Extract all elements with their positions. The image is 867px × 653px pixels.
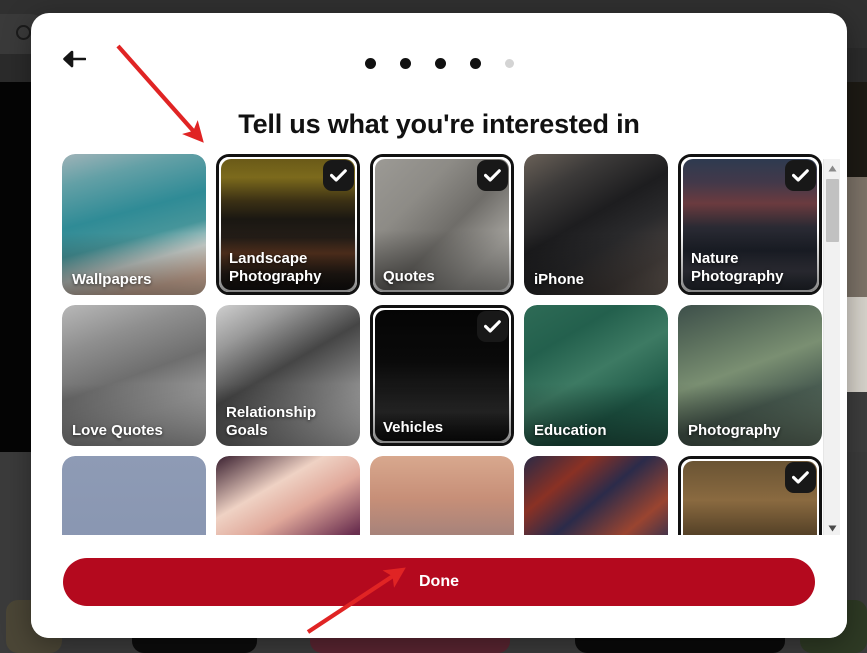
- interest-thumbnail: [62, 456, 206, 535]
- interest-card[interactable]: [62, 456, 206, 535]
- step-dot-3[interactable]: [434, 58, 446, 69]
- interest-card[interactable]: Photography: [678, 305, 822, 446]
- interest-card[interactable]: iPhone: [524, 154, 668, 295]
- search-icon: [16, 25, 31, 40]
- triangle-down-icon: [828, 519, 837, 537]
- check-icon: [792, 471, 809, 484]
- interest-card-label: iPhone: [534, 270, 585, 288]
- check-icon: [484, 169, 501, 182]
- interest-card[interactable]: Quotes: [370, 154, 514, 295]
- interest-card[interactable]: Education: [524, 305, 668, 446]
- interest-card[interactable]: [524, 456, 668, 535]
- check-icon: [792, 169, 809, 182]
- scrollbar-up-arrow[interactable]: [824, 159, 841, 176]
- interest-thumbnail: [370, 456, 514, 535]
- background-strip: [846, 297, 867, 392]
- interest-card[interactable]: [370, 456, 514, 535]
- check-icon: [330, 169, 347, 182]
- step-indicator: [31, 58, 847, 69]
- step-dot-2[interactable]: [399, 58, 411, 69]
- interest-card[interactable]: Wallpapers: [62, 154, 206, 295]
- check-icon: [484, 320, 501, 333]
- interest-card[interactable]: Vehicles: [370, 305, 514, 446]
- interest-card[interactable]: Relationship Goals: [216, 305, 360, 446]
- step-dot-5[interactable]: [504, 59, 514, 68]
- step-dot-1[interactable]: [364, 58, 376, 69]
- background-strip: [846, 392, 867, 452]
- scrollbar-down-arrow[interactable]: [824, 519, 841, 536]
- interest-card-label: Quotes: [383, 267, 435, 285]
- interest-card-label: Wallpapers: [72, 270, 152, 288]
- done-button[interactable]: Done: [63, 558, 815, 606]
- selected-badge: [785, 160, 816, 191]
- interest-card[interactable]: Landscape Photography: [216, 154, 360, 295]
- interest-card[interactable]: [678, 456, 822, 535]
- triangle-up-icon: [828, 159, 837, 177]
- selected-badge: [785, 462, 816, 493]
- interest-card[interactable]: Nature Photography: [678, 154, 822, 295]
- interest-card-label: Vehicles: [383, 418, 444, 436]
- background-strip: [846, 82, 867, 177]
- interest-card-label: Nature Photography: [691, 250, 784, 285]
- interest-thumbnail: [524, 456, 668, 535]
- modal-footer: Done: [31, 535, 847, 638]
- interests-scroll-area[interactable]: Wallpapers Landscape Photography Quotes iPh…: [31, 154, 847, 535]
- interests-modal: Tell us what you're interested in Wallpa…: [31, 13, 847, 638]
- interests-grid: Wallpapers Landscape Photography Quotes iPh…: [62, 154, 838, 535]
- background-strip: [846, 177, 867, 297]
- interest-card-label: Love Quotes: [72, 421, 163, 439]
- interest-card[interactable]: [216, 456, 360, 535]
- interest-card-label: Relationship Goals: [226, 404, 317, 439]
- scrollbar-thumb[interactable]: [826, 179, 839, 242]
- scrollbar[interactable]: [823, 159, 840, 536]
- interest-card-label: Photography: [688, 421, 781, 439]
- interest-card-label: Landscape Photography: [229, 250, 322, 285]
- interest-card[interactable]: Love Quotes: [62, 305, 206, 446]
- modal-header: Tell us what you're interested in: [31, 13, 847, 139]
- page-title: Tell us what you're interested in: [238, 109, 640, 139]
- step-dot-4[interactable]: [469, 58, 481, 69]
- interest-card-label: Education: [534, 421, 607, 439]
- interest-thumbnail: [216, 456, 360, 535]
- selected-badge: [477, 160, 508, 191]
- selected-badge: [323, 160, 354, 191]
- selected-badge: [477, 311, 508, 342]
